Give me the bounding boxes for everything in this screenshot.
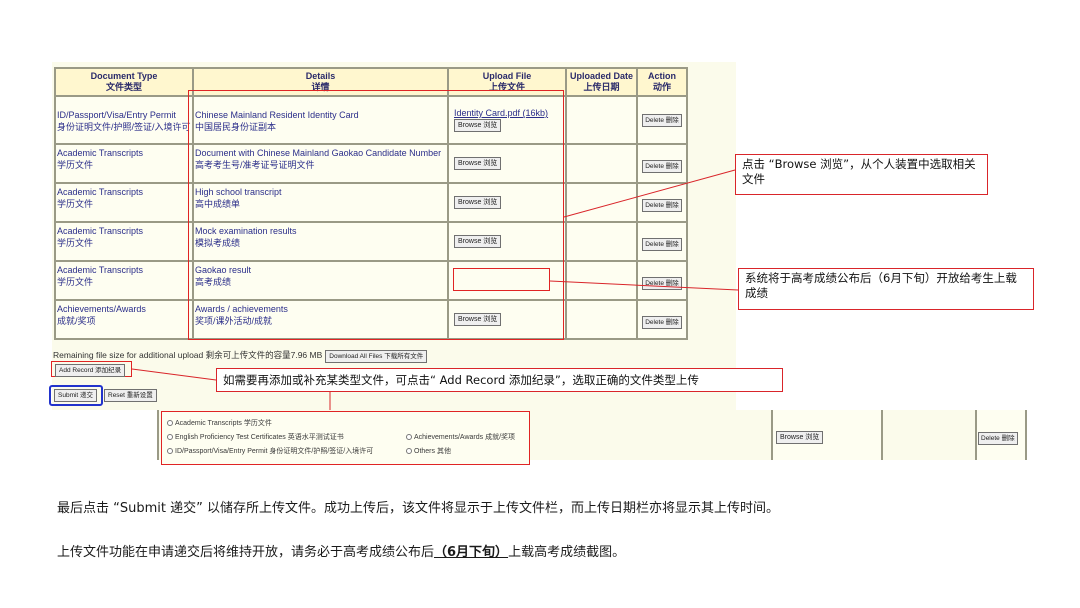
action-cell: Delete 删除 (636, 221, 688, 262)
document-type-cell: Academic Transcripts 学历文件 (54, 221, 194, 262)
delete-button[interactable]: Delete 删除 (642, 199, 682, 212)
add-record-callout: 如需要再添加或补充某类型文件，可点击“ Add Record 添加纪录”，选取正… (216, 368, 783, 392)
uploaded-date-cell (565, 221, 638, 262)
delete-button[interactable]: Delete 删除 (642, 316, 682, 329)
document-type-cell: Achievements/Awards 成就/奖项 (54, 299, 194, 340)
radio-circle-icon (167, 448, 173, 454)
submit-button[interactable]: Submit 递交 (54, 389, 98, 402)
instruction-submit: 最后点击 “Submit 递交” 以储存所上传文件。成功上传后，该文件将显示于上… (57, 501, 779, 516)
add-record-button[interactable]: Add Record 添加纪录 (55, 364, 126, 377)
radio-achievements-awards[interactable]: Achievements/Awards 成就/奖项 (406, 432, 515, 442)
document-type-cell: Academic Transcripts 学历文件 (54, 260, 194, 301)
uploaded-date-cell (565, 299, 638, 340)
document-type-cell: Academic Transcripts 学历文件 (54, 143, 194, 184)
radio-circle-icon (167, 420, 173, 426)
header-action: Action 动作 (636, 67, 688, 97)
new-record-delete-button[interactable]: Delete 删除 (978, 432, 1018, 445)
action-cell: Delete 删除 (636, 299, 688, 340)
radio-circle-icon (406, 434, 412, 440)
reset-button[interactable]: Reset 重新设置 (104, 389, 157, 402)
gaokao-callout: 系统将于高考成绩公布后（6月下旬）开放给考生上载成绩 (738, 268, 1034, 310)
action-cell: Delete 删除 (636, 260, 688, 301)
browse-callout: 点击 “Browse 浏览”，从个人装置中选取相关文件 (735, 154, 988, 195)
upload-column-highlight (188, 90, 564, 340)
radio-academic-transcripts[interactable]: Academic Transcripts 学历文件 (167, 418, 272, 428)
uploaded-date-cell (565, 143, 638, 184)
uploaded-date-cell (565, 95, 638, 145)
radio-circle-icon (406, 448, 412, 454)
delete-button[interactable]: Delete 删除 (642, 277, 682, 290)
delete-button[interactable]: Delete 删除 (642, 238, 682, 251)
radio-english-proficiency[interactable]: English Proficiency Test Certificates 英语… (167, 432, 344, 442)
delete-button[interactable]: Delete 删除 (642, 160, 682, 173)
download-all-button[interactable]: Download All Files 下载所有文件 (325, 350, 428, 363)
radio-id-passport[interactable]: ID/Passport/Visa/Entry Permit 身份证明文件/护照/… (167, 446, 373, 456)
radio-others[interactable]: Others 其他 (406, 446, 451, 456)
document-type-cell: Academic Transcripts 学历文件 (54, 182, 194, 223)
uploaded-date-cell (565, 260, 638, 301)
action-cell: Delete 删除 (636, 182, 688, 223)
new-record-browse-button[interactable]: Browse 浏览 (776, 431, 824, 444)
instruction-gaokao: 上传文件功能在申请递交后将维持开放，请务必于高考成绩公布后（6月下旬）上载高考成… (57, 545, 626, 560)
header-document-type: Document Type 文件类型 (54, 67, 194, 97)
uploaded-date-cell (565, 182, 638, 223)
action-cell: Delete 删除 (636, 95, 688, 145)
radio-circle-icon (167, 434, 173, 440)
action-cell: Delete 删除 (636, 143, 688, 184)
header-uploaded-date: Uploaded Date 上传日期 (565, 67, 638, 97)
delete-button[interactable]: Delete 删除 (642, 114, 682, 127)
document-type-cell: ID/Passport/Visa/Entry Permit 身份证明文件/护照/签… (54, 95, 194, 145)
gaokao-upload-highlight (453, 268, 550, 291)
